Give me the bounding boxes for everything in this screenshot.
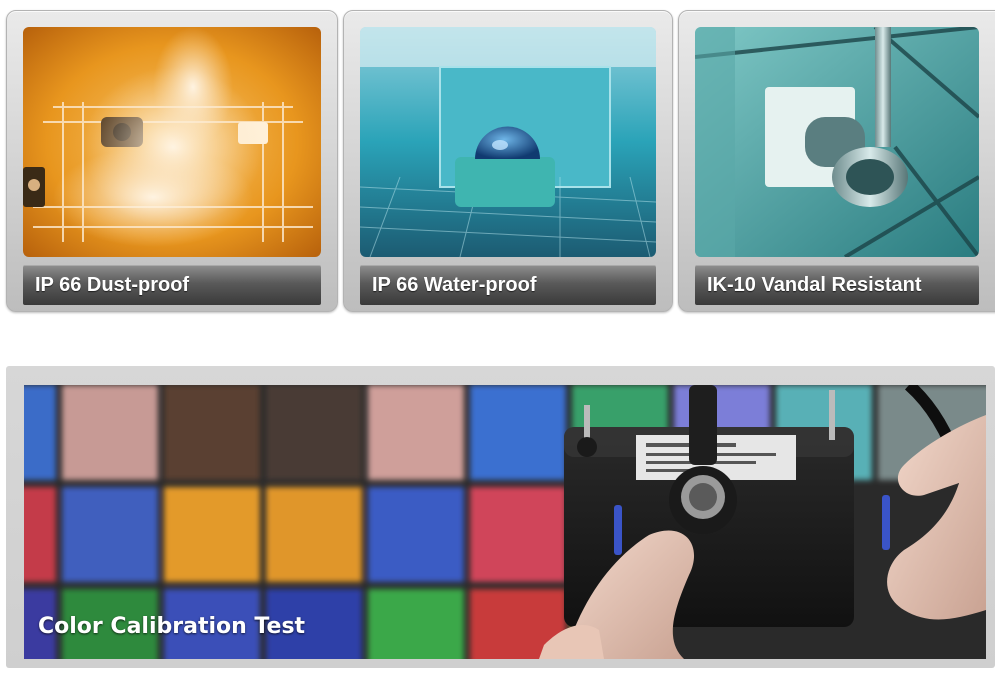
- dust-chamber-photo: [23, 27, 321, 257]
- test-label-water-proof: IP 66 Water-proof: [372, 274, 537, 296]
- water-spray-photo: [360, 27, 656, 257]
- caption-bar: IP 66 Dust-proof: [23, 265, 321, 305]
- banner-label: Color Calibration Test: [38, 614, 306, 639]
- test-label-vandal-resistant: IK-10 Vandal Resistant: [707, 274, 922, 296]
- color-calibration-banner: Color Calibration Test: [6, 366, 995, 668]
- caption-bar: IP 66 Water-proof: [360, 265, 656, 305]
- test-label-dust-proof: IP 66 Dust-proof: [35, 274, 190, 296]
- test-card-vandal-resistant: IK-10 Vandal Resistant: [678, 10, 995, 312]
- impact-test-photo: [695, 27, 979, 257]
- test-card-dust-proof: IP 66 Dust-proof: [6, 10, 338, 312]
- caption-bar: IK-10 Vandal Resistant: [695, 265, 979, 305]
- test-card-water-proof: IP 66 Water-proof: [343, 10, 673, 312]
